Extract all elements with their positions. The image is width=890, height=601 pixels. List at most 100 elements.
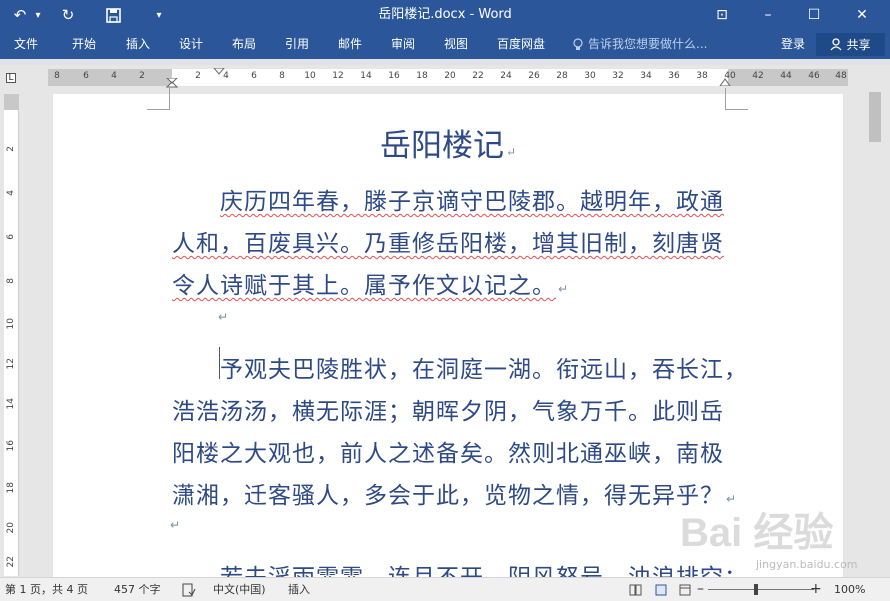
- tab-design[interactable]: 设计: [179, 30, 203, 59]
- paragraph-line[interactable]: 潇湘，迁客骚人，多会于此，览物之情，得无异乎？ ↵: [172, 476, 737, 510]
- paragraph-line-text: 庆历四年春，滕子京谪守巴陵郡。越明年，政通: [220, 189, 724, 215]
- ribbon-options-icon: ⊡: [716, 7, 728, 23]
- left-indent-marker[interactable]: [165, 78, 179, 88]
- paragraph-line-text: 若夫淫雨霏霏，连月不开，阴风怒号，浊浪排空；: [220, 565, 748, 577]
- paragraph-line-text: 予观夫巴陵胜状，在洞庭一湖。衔远山，吞长江，: [220, 357, 748, 383]
- minimize-button[interactable]: –: [746, 0, 790, 30]
- close-button[interactable]: ✕: [840, 0, 884, 30]
- ruler-mark: 2: [139, 71, 145, 81]
- paragraph-line-text: 浩浩汤汤，横无际涯；朝晖夕阴，气象万千。此则岳: [172, 399, 724, 425]
- paragraph-line[interactable]: 令人诗赋于其上。属予作文以记之。 ↵: [172, 266, 569, 300]
- tab-references[interactable]: 引用: [285, 30, 309, 59]
- login-button[interactable]: 登录: [781, 30, 805, 59]
- empty-paragraph[interactable]: ↵: [216, 310, 229, 324]
- ruler-mark: 14: [6, 398, 16, 410]
- ruler-mark: 24: [500, 71, 512, 81]
- ruler-mark: 2: [195, 71, 201, 81]
- ruler-mark: 12: [6, 358, 16, 370]
- ruler-mark: 20: [444, 71, 456, 81]
- empty-paragraph[interactable]: ↵: [168, 518, 181, 532]
- horizontal-ruler[interactable]: 8 6 4 2 2 4 6 8 10 12 14 16 18 20 22 24 …: [48, 68, 848, 88]
- ruler-mark: 16: [388, 71, 400, 81]
- proofing-icon[interactable]: [182, 583, 196, 597]
- maximize-button[interactable]: ☐: [792, 0, 836, 30]
- ruler-mark: 8: [279, 71, 285, 81]
- language-status[interactable]: 中文(中国): [213, 578, 266, 601]
- ruler-mark: 38: [696, 71, 708, 81]
- tab-mailings[interactable]: 邮件: [338, 30, 362, 59]
- maximize-icon: ☐: [807, 7, 821, 23]
- baidu-jingyan-url: jingyan.baidu.com: [756, 558, 858, 571]
- customize-qat-button[interactable]: ▾: [150, 0, 168, 30]
- margin-crop-mark: [147, 88, 170, 110]
- ruler-mark: 18: [6, 482, 16, 494]
- right-indent-marker[interactable]: [718, 78, 732, 86]
- print-layout-icon[interactable]: [655, 584, 667, 596]
- scrollbar-thumb[interactable]: [869, 92, 881, 142]
- ruler-mark: 20: [6, 522, 16, 534]
- zoom-level[interactable]: 100%: [834, 578, 865, 601]
- tab-home[interactable]: 开始: [72, 30, 96, 59]
- share-button[interactable]: 共享: [816, 33, 885, 56]
- undo-button[interactable]: ↶: [8, 0, 32, 30]
- ruler-mark: 4: [111, 71, 117, 81]
- ruler-mark: 4: [6, 190, 16, 196]
- paragraph-line[interactable]: 予观夫巴陵胜状，在洞庭一湖。衔远山，吞长江，: [220, 350, 748, 384]
- minimize-icon: –: [764, 7, 772, 23]
- paragraph-mark: ↵: [170, 518, 182, 532]
- ruler-mark: 32: [612, 71, 624, 81]
- first-line-indent-marker[interactable]: [213, 68, 225, 76]
- paragraph-line[interactable]: 人和，百废具兴。乃重修岳阳楼，增其旧制，刻唐贤: [172, 224, 724, 258]
- tab-stop-icon: L: [6, 73, 16, 83]
- tab-baidu-netdisk[interactable]: 百度网盘: [497, 30, 545, 59]
- redo-button[interactable]: ↻: [56, 0, 80, 30]
- zoom-slider-knob[interactable]: [754, 584, 758, 595]
- tab-review[interactable]: 审阅: [391, 30, 415, 59]
- undo-dropdown-button[interactable]: ▾: [32, 0, 44, 30]
- document-title[interactable]: 岳阳楼记 ↵: [380, 120, 516, 165]
- tell-me-placeholder: 告诉我您想要做什么...: [588, 37, 708, 51]
- paragraph-line[interactable]: 阳楼之大观也，前人之述备矣。然则北通巫峡，南极: [172, 434, 724, 468]
- zoom-out-button[interactable]: –: [697, 578, 704, 601]
- tab-layout[interactable]: 布局: [232, 30, 256, 59]
- insert-mode-status[interactable]: 插入: [288, 578, 310, 601]
- tab-insert[interactable]: 插入: [126, 30, 150, 59]
- ruler-mark: 36: [668, 71, 680, 81]
- baidu-jingyan-watermark: Bai 经验: [680, 511, 834, 555]
- ruler-mark: 6: [83, 71, 89, 81]
- paragraph-line-text: 潇湘，迁客骚人，多会于此，览物之情，得无异乎？: [172, 483, 724, 509]
- tell-me-box[interactable]: 告诉我您想要做什么...: [572, 30, 707, 59]
- chevron-down-icon: ▾: [35, 9, 41, 21]
- word-count-status[interactable]: 457 个字: [114, 578, 161, 601]
- ruler-mark: 12: [332, 71, 344, 81]
- vertical-scrollbar[interactable]: [866, 90, 884, 578]
- ribbon-display-options-button[interactable]: ⊡: [700, 0, 744, 30]
- ruler-mark: 6: [6, 234, 16, 240]
- paragraph-line[interactable]: 浩浩汤汤，横无际涯；朝晖夕阴，气象万千。此则岳: [172, 392, 724, 426]
- ruler-mark: 14: [360, 71, 372, 81]
- paragraph-line[interactable]: 若夫淫雨霏霏，连月不开，阴风怒号，浊浪排空；: [220, 558, 748, 577]
- margin-crop-mark: [725, 88, 748, 110]
- zoom-slider-track[interactable]: [708, 589, 814, 590]
- document-title-text: 岳阳楼记: [380, 128, 504, 164]
- ruler-mark: 22: [472, 71, 484, 81]
- tab-view[interactable]: 视图: [444, 30, 468, 59]
- save-button[interactable]: [101, 0, 125, 30]
- ruler-mark: 34: [640, 71, 652, 81]
- paragraph-line[interactable]: 庆历四年春，滕子京谪守巴陵郡。越明年，政通: [220, 182, 724, 216]
- tab-stop-selector[interactable]: L: [0, 68, 22, 88]
- ruler-mark: 30: [584, 71, 596, 81]
- web-layout-icon[interactable]: [679, 584, 691, 596]
- tab-file[interactable]: 文件: [14, 30, 38, 59]
- zoom-in-button[interactable]: +: [810, 578, 822, 601]
- ribbon-tab-bar: 文件 开始 插入 设计 布局 引用 邮件 审阅 视图 百度网盘 告诉我您想要做什…: [0, 30, 890, 59]
- paragraph-line-text: 令人诗赋于其上。属予作文以记之。: [172, 273, 556, 299]
- vertical-ruler[interactable]: 2 4 6 8 10 12 14 16 18 20 22: [4, 94, 19, 576]
- ruler-mark: 42: [752, 71, 764, 81]
- ruler-mark: 8: [6, 278, 16, 284]
- status-bar: 第 1 页，共 4 页 457 个字 中文(中国) 插入 – + 100%: [0, 577, 890, 601]
- title-bar: ↶ ▾ ↻ ▾ 岳阳楼记.docx - Word ⊡ – ☐ ✕: [0, 0, 890, 30]
- page-count-status[interactable]: 第 1 页，共 4 页: [5, 578, 88, 601]
- close-icon: ✕: [856, 7, 868, 23]
- read-mode-icon[interactable]: [629, 584, 642, 596]
